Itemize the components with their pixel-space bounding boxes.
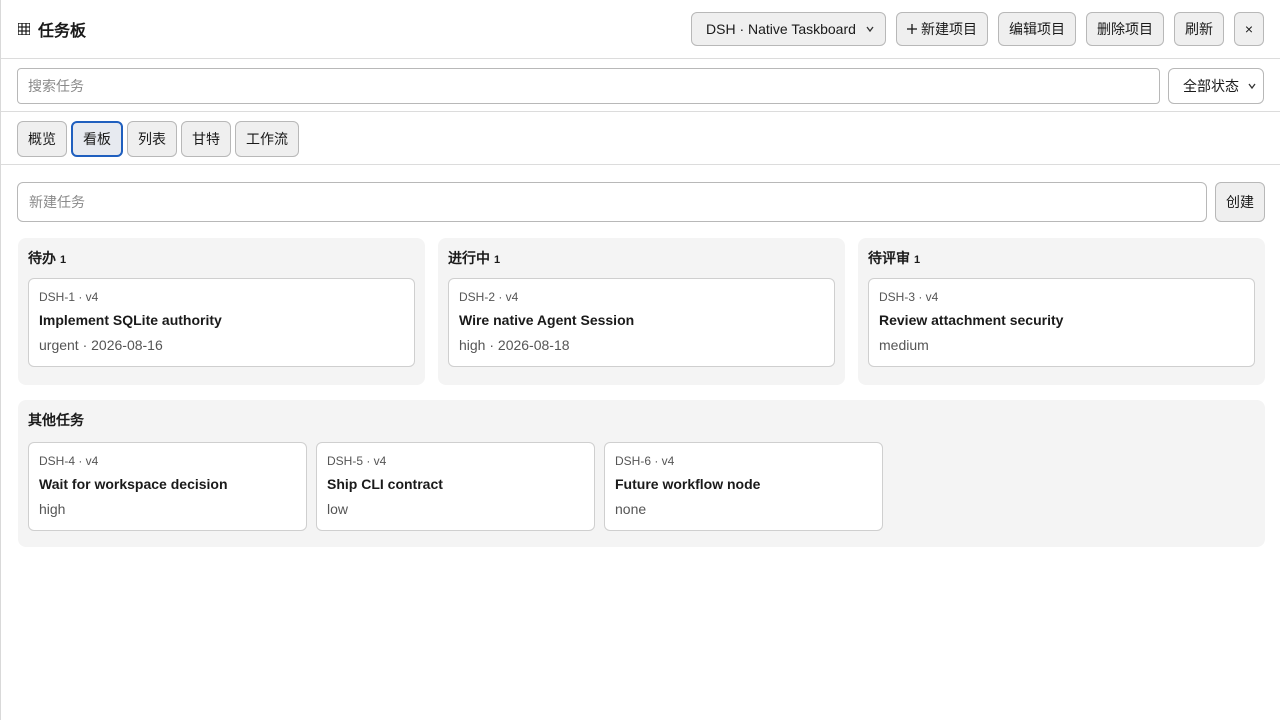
status-filter-value: 全部状态 <box>1183 77 1239 94</box>
search-input[interactable] <box>17 67 1160 104</box>
grid-icon <box>18 23 30 35</box>
task-card[interactable]: DSH-4 · v4 Wait for workspace decision h… <box>28 442 307 531</box>
column-count: 1 <box>494 254 501 266</box>
task-title: Implement SQLite authority <box>39 312 222 328</box>
task-card[interactable]: DSH-3 · v4 Review attachment security me… <box>868 278 1255 367</box>
other-tasks-list: DSH-4 · v4 Wait for workspace decision h… <box>28 442 1255 531</box>
column-title: 待办 <box>28 250 56 266</box>
task-title: Review attachment security <box>879 312 1064 328</box>
chevron-down-icon <box>1248 83 1256 89</box>
new-project-button[interactable]: 新建项目 <box>896 12 988 46</box>
header-actions: DSH · Native Taskboard 新建项目 编辑项目 删除项目 刷新… <box>691 12 1264 46</box>
search-row: 全部状态 <box>1 60 1280 112</box>
task-card[interactable]: DSH-2 · v4 Wire native Agent Session hig… <box>448 278 835 367</box>
close-button[interactable]: × <box>1234 12 1264 46</box>
task-title: Wait for workspace decision <box>39 476 228 492</box>
task-card[interactable]: DSH-5 · v4 Ship CLI contract low <box>316 442 595 531</box>
column-title: 待评审 <box>868 250 910 266</box>
task-title: Future workflow node <box>615 476 761 492</box>
task-id: DSH-3 · v4 <box>879 290 939 304</box>
column-title: 进行中 <box>448 250 490 266</box>
task-meta: high · 2026-08-18 <box>459 337 570 353</box>
title-group: 任务板 <box>18 17 86 41</box>
other-tasks-title: 其他任务 <box>28 412 84 428</box>
new-task-input[interactable] <box>17 182 1207 222</box>
new-task-row: 创建 <box>17 182 1265 222</box>
column-header: 待办 1 <box>28 248 415 268</box>
refresh-button[interactable]: 刷新 <box>1174 12 1224 46</box>
column-todo: 待办 1 DSH-1 · v4 Implement SQLite authori… <box>18 238 425 385</box>
tab-workflow[interactable]: 工作流 <box>235 120 299 157</box>
task-meta: urgent · 2026-08-16 <box>39 337 163 353</box>
other-tasks-section: 其他任务 DSH-4 · v4 Wait for workspace decis… <box>18 400 1265 547</box>
task-id: DSH-4 · v4 <box>39 454 99 468</box>
project-select-value: DSH · Native Taskboard <box>706 21 856 37</box>
task-id: DSH-1 · v4 <box>39 290 99 304</box>
plus-icon <box>907 24 917 34</box>
task-meta: high <box>39 501 66 517</box>
tab-board[interactable]: 看板 <box>71 120 123 157</box>
column-in-progress: 进行中 1 DSH-2 · v4 Wire native Agent Sessi… <box>438 238 845 385</box>
task-id: DSH-5 · v4 <box>327 454 387 468</box>
tab-list[interactable]: 列表 <box>127 120 177 157</box>
new-project-label: 新建项目 <box>921 21 977 37</box>
column-header: 待评审 1 <box>868 248 1255 268</box>
task-id: DSH-6 · v4 <box>615 454 675 468</box>
task-id: DSH-2 · v4 <box>459 290 519 304</box>
column-header: 进行中 1 <box>448 248 835 268</box>
task-card[interactable]: DSH-6 · v4 Future workflow node none <box>604 442 883 531</box>
column-count: 1 <box>914 254 921 266</box>
tab-overview[interactable]: 概览 <box>17 120 67 157</box>
page-title: 任务板 <box>38 23 87 40</box>
header-bar: 任务板 DSH · Native Taskboard 新建项目 编辑项目 删除项… <box>1 0 1280 59</box>
column-review: 待评审 1 DSH-3 · v4 Review attachment secur… <box>858 238 1265 385</box>
tab-gantt[interactable]: 甘特 <box>181 120 231 157</box>
edit-project-button[interactable]: 编辑项目 <box>998 12 1076 46</box>
project-select[interactable]: DSH · Native Taskboard <box>691 12 886 46</box>
task-title: Ship CLI contract <box>327 476 443 492</box>
column-count: 1 <box>60 254 67 266</box>
task-title: Wire native Agent Session <box>459 312 635 328</box>
board-columns: 待办 1 DSH-1 · v4 Implement SQLite authori… <box>18 238 1265 385</box>
chevron-down-icon <box>866 26 874 33</box>
task-meta: low <box>327 501 349 517</box>
view-tabs: 概览 看板 列表 甘特 工作流 <box>1 113 1280 165</box>
task-meta: medium <box>879 337 929 353</box>
create-task-button[interactable]: 创建 <box>1215 182 1265 222</box>
task-card[interactable]: DSH-1 · v4 Implement SQLite authority ur… <box>28 278 415 367</box>
task-meta: none <box>615 501 647 517</box>
status-filter-select[interactable]: 全部状态 <box>1168 67 1264 104</box>
delete-project-button[interactable]: 删除项目 <box>1086 12 1164 46</box>
